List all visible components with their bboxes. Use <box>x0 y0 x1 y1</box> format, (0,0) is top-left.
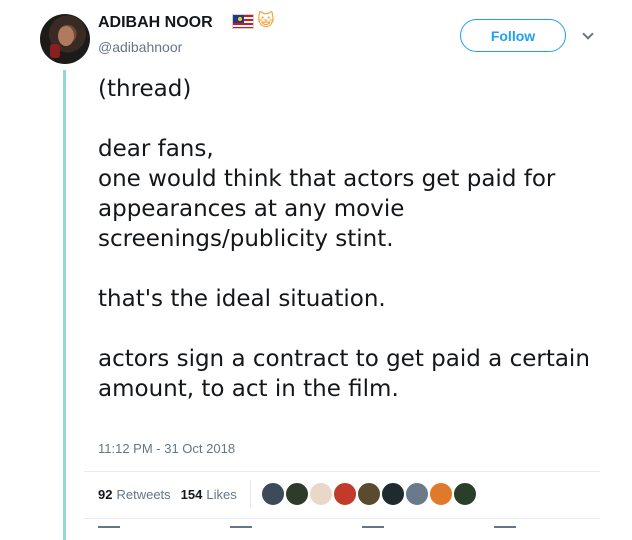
liker-avatar[interactable] <box>428 481 454 507</box>
liker-avatar[interactable] <box>380 481 406 507</box>
tweet-stats: 92 Retweets 154 Likes <box>98 487 237 502</box>
liker-avatar[interactable] <box>284 481 310 507</box>
follow-button[interactable]: Follow <box>460 19 566 52</box>
liker-avatar[interactable] <box>308 481 334 507</box>
display-name[interactable]: ADIBAH NOOR <box>98 14 213 32</box>
user-handle[interactable]: @adibahnoor <box>98 39 182 55</box>
tweet-actions <box>98 526 518 536</box>
thread-connector-line <box>63 70 66 540</box>
liker-avatar[interactable] <box>332 481 358 507</box>
retweet-icon[interactable] <box>230 526 252 536</box>
tweet-timestamp[interactable]: 11:12 PM - 31 Oct 2018 <box>98 441 235 456</box>
liker-avatars <box>260 481 478 507</box>
liker-avatar[interactable] <box>260 481 286 507</box>
avatar[interactable] <box>40 14 90 64</box>
avatar-microphone <box>50 44 60 58</box>
smiling-cat-icon: 😺 <box>257 11 275 31</box>
like-icon[interactable] <box>362 526 384 536</box>
divider <box>250 480 251 508</box>
liker-avatar[interactable] <box>356 481 382 507</box>
divider <box>84 471 600 472</box>
tweet-paragraph: (thread) <box>98 76 192 102</box>
malaysia-flag-icon <box>232 14 254 29</box>
reply-icon[interactable] <box>98 526 120 536</box>
liker-avatar[interactable] <box>404 481 430 507</box>
tweet-paragraph: dear fans, one would think that actors g… <box>98 136 556 252</box>
tweet-paragraph: actors sign a contract to get paid a cer… <box>98 346 590 402</box>
likes-label: Likes <box>206 487 237 502</box>
retweets-stat[interactable]: 92 Retweets <box>98 487 171 502</box>
avatar-face <box>58 26 74 46</box>
share-icon[interactable] <box>494 526 516 536</box>
tweet-paragraph: that's the ideal situation. <box>98 286 386 312</box>
likes-stat[interactable]: 154 Likes <box>181 487 237 502</box>
retweets-count: 92 <box>98 487 113 502</box>
liker-avatar[interactable] <box>452 481 478 507</box>
chevron-down-icon[interactable] <box>582 28 594 40</box>
retweets-label: Retweets <box>116 487 171 502</box>
tweet-text: (thread) dear fans, one would think that… <box>98 74 613 404</box>
likes-count: 154 <box>180 487 203 502</box>
divider <box>84 518 600 519</box>
